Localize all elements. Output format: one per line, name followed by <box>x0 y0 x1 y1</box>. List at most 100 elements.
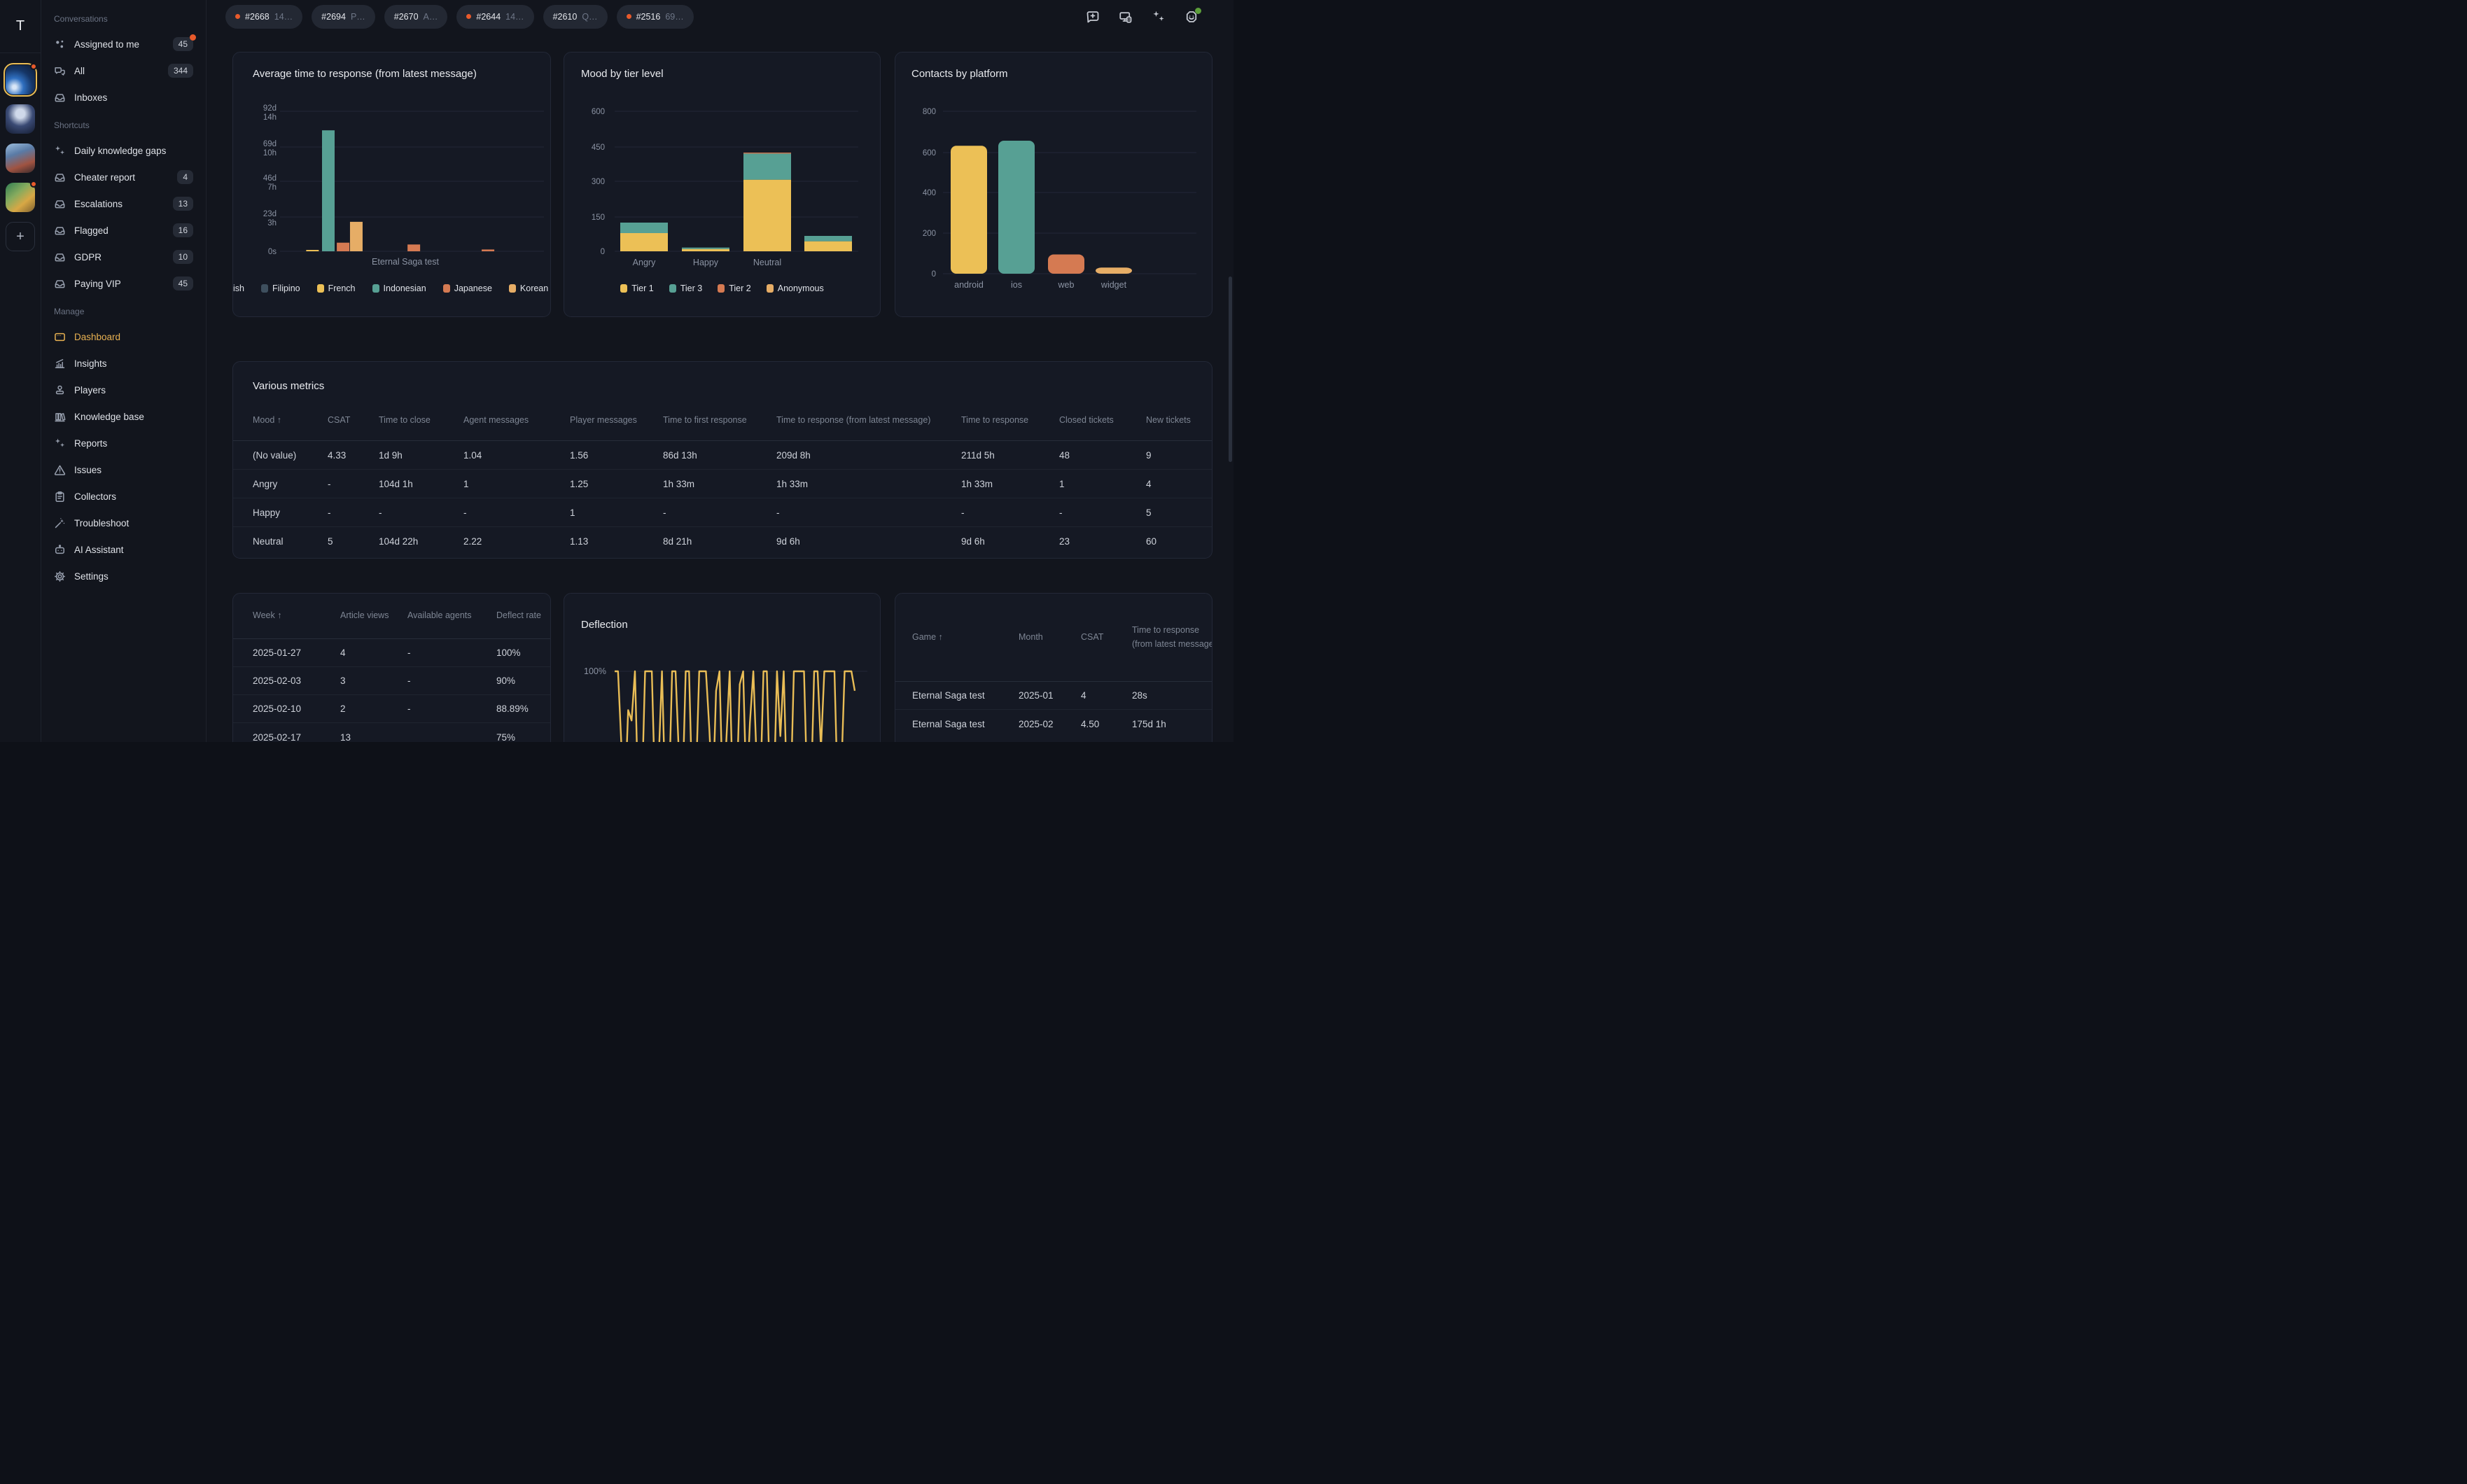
bar-widget[interactable] <box>1096 267 1132 274</box>
workspace-racing-game[interactable] <box>6 65 35 94</box>
stack-tier-3-happy[interactable] <box>682 248 729 249</box>
cell: 1 <box>1059 479 1146 489</box>
legend-swatch <box>443 284 450 293</box>
legend-label: Tier 2 <box>729 284 751 293</box>
cell: 104d 1h <box>379 479 463 489</box>
legend-label: Tier 1 <box>631 284 654 293</box>
cell: 4 <box>1146 479 1212 489</box>
stack-tier-3-x[interactable] <box>804 236 852 241</box>
stack-tier-1-x[interactable] <box>804 241 852 251</box>
sidebar-item-assigned-to-me[interactable]: Assigned to me45 <box>48 31 199 57</box>
conversation-chip-2644[interactable]: #264414… <box>456 5 533 29</box>
column-header-closed-tickets[interactable]: Closed tickets <box>1059 414 1146 427</box>
profile-button[interactable] <box>1184 10 1198 24</box>
new-conversation-button[interactable] <box>1086 10 1100 24</box>
stack-tier-1-neutral[interactable] <box>743 180 791 251</box>
cell: 4 <box>1081 690 1132 701</box>
column-header-week[interactable]: Week ↑ <box>253 609 340 622</box>
svg-text:200: 200 <box>923 230 936 238</box>
sidebar-item-settings[interactable]: Settings <box>48 563 199 589</box>
inbox-icon <box>54 198 66 210</box>
card-mood-by-tier: Mood by tier level 6004503001500AngryHap… <box>564 52 881 317</box>
sidebar-item-inboxes[interactable]: Inboxes <box>48 84 199 111</box>
workspace-haunted-house-game[interactable] <box>6 104 35 134</box>
column-header-player-messages[interactable]: Player messages <box>570 414 663 427</box>
metrics-table-row[interactable]: Angry-104d 1h11.251h 33m1h 33m1h 33m14 <box>233 470 1212 498</box>
sidebar-item-players[interactable]: Players <box>48 377 199 403</box>
metrics-table-row[interactable]: Neutral5104d 22h2.221.138d 21h9d 6h9d 6h… <box>233 527 1212 556</box>
conversation-chip-2610[interactable]: #2610Q… <box>543 5 608 29</box>
column-header-deflect-rate[interactable]: Deflect rate <box>496 609 550 622</box>
column-header-time-to-close[interactable]: Time to close <box>379 414 463 427</box>
stack-tier-1-happy[interactable] <box>682 249 729 251</box>
sidebar-item-escalations[interactable]: Escalations13 <box>48 190 199 217</box>
sidebar-item-ai-assistant[interactable]: AI Assistant <box>48 536 199 563</box>
workspace-treasure-game[interactable] <box>6 183 35 212</box>
sidebar-item-cheater-report[interactable]: Cheater report4 <box>48 164 199 190</box>
sidebar-item-knowledge-base[interactable]: Knowledge base <box>48 403 199 430</box>
stack-tier-3-angry[interactable] <box>620 223 668 233</box>
add-workspace-button[interactable]: + <box>6 222 35 251</box>
column-header-available-agents[interactable]: Available agents <box>407 609 496 622</box>
stack-tier-3-neutral[interactable] <box>743 153 791 179</box>
bar-android[interactable] <box>951 146 987 274</box>
column-header-agent-messages[interactable]: Agent messages <box>463 414 570 427</box>
sidebar-item-all[interactable]: All344 <box>48 57 199 84</box>
week-table-row[interactable]: 2025-01-274-100% <box>233 639 550 667</box>
bar-indonesian[interactable] <box>322 130 335 251</box>
cell: 2025-01-27 <box>253 648 340 658</box>
column-header-time-to-response-from-latest-message[interactable]: Time to response (from latest message) <box>776 414 961 427</box>
cell: 2025-02-10 <box>253 704 340 714</box>
conversation-chip-2694[interactable]: #2694P… <box>312 5 375 29</box>
sidebar-item-collectors[interactable]: Collectors <box>48 483 199 510</box>
conversation-chip-2670[interactable]: #2670A… <box>384 5 448 29</box>
sidebar-item-troubleshoot[interactable]: Troubleshoot <box>48 510 199 536</box>
sidebar-item-dashboard[interactable]: Dashboard <box>48 323 199 350</box>
books-icon <box>54 411 66 423</box>
game-table-row[interactable]: Eternal Saga test2025-01428s2 <box>895 682 1212 710</box>
week-table-row[interactable]: 2025-02-171375% <box>233 723 550 742</box>
column-header-article-views[interactable]: Article views <box>340 609 407 622</box>
column-header-mood[interactable]: Mood ↑ <box>253 414 328 427</box>
bar-japanese[interactable] <box>337 243 349 251</box>
column-header-time-to-first-response[interactable]: Time to first response <box>663 414 776 427</box>
sidebar-item-paying-vip[interactable]: Paying VIP45 <box>48 270 199 297</box>
cell: 4.33 <box>328 450 379 461</box>
sidebar-item-insights[interactable]: Insights <box>48 350 199 377</box>
ai-sparkles-button[interactable] <box>1152 10 1166 24</box>
game-table-row[interactable]: Eternal Saga test2025-024.50175d 1h2 <box>895 710 1212 738</box>
metrics-table-row[interactable]: Happy---1----5 <box>233 498 1212 527</box>
bar-korean[interactable] <box>350 222 363 251</box>
column-header-csat[interactable]: CSAT <box>1081 631 1132 644</box>
online-status-dot <box>1195 8 1201 14</box>
column-header-new-tickets[interactable]: New tickets <box>1146 414 1212 427</box>
svg-text:69d10h: 69d10h <box>263 140 277 158</box>
column-header-time-to-response[interactable]: Time to response <box>961 414 1059 427</box>
metrics-table-row[interactable]: (No value)4.331d 9h1.041.5686d 13h209d 8… <box>233 441 1212 470</box>
sidebar-item-issues[interactable]: Issues <box>48 456 199 483</box>
bar-french[interactable] <box>306 250 319 251</box>
workspace-battle-game[interactable] <box>6 144 35 173</box>
column-header-month[interactable]: Month <box>1019 631 1081 644</box>
week-table-row[interactable]: 2025-02-102-88.89% <box>233 695 550 723</box>
devices-icon: 0 <box>1119 10 1133 24</box>
sidebar-item-daily-knowledge-gaps[interactable]: Daily knowledge gaps <box>48 137 199 164</box>
conversation-chip-2668[interactable]: #266814… <box>225 5 302 29</box>
stack-tier-1-angry[interactable] <box>620 233 668 251</box>
sidebar-item-flagged[interactable]: Flagged16 <box>48 217 199 244</box>
bar-ios[interactable] <box>998 141 1035 274</box>
column-header-csat[interactable]: CSAT <box>328 414 379 427</box>
sidebar-item-reports[interactable]: Reports <box>48 430 199 456</box>
bar-x[interactable] <box>407 244 420 251</box>
conversation-chip-2516[interactable]: #251669… <box>617 5 694 29</box>
devices-button[interactable]: 0 <box>1119 10 1133 24</box>
svg-text:400: 400 <box>923 189 936 197</box>
bar-x[interactable] <box>482 249 494 251</box>
svg-text:Happy: Happy <box>693 258 719 267</box>
column-header-game[interactable]: Game ↑ <box>912 631 1019 644</box>
vertical-scrollbar[interactable] <box>1229 276 1232 462</box>
sidebar-item-gdpr[interactable]: GDPR10 <box>48 244 199 270</box>
bar-web[interactable] <box>1048 254 1084 274</box>
column-header-time-to-response-from-latest-message[interactable]: Time to response (from latest message) <box>1132 624 1212 651</box>
week-table-row[interactable]: 2025-02-033-90% <box>233 667 550 695</box>
